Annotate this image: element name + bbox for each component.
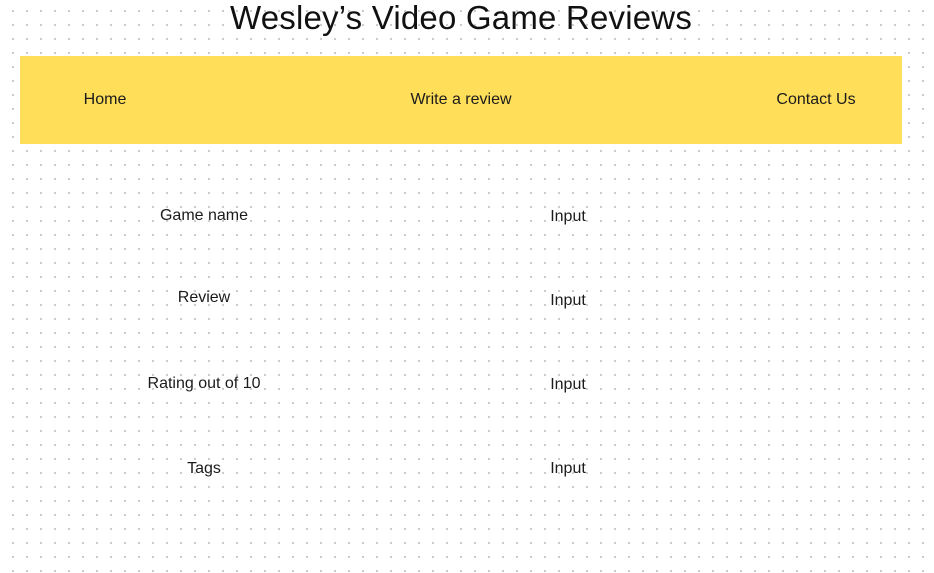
review-input[interactable]: Input (508, 286, 628, 316)
nav-item-contact-us[interactable]: Contact Us (776, 56, 855, 144)
rating-label: Rating out of 10 (147, 375, 261, 392)
page-title: Wesley’s Video Game Reviews (229, 0, 693, 36)
rating-input[interactable]: Input (508, 370, 628, 400)
form-row-review: Review Input (0, 283, 934, 313)
nav-item-home[interactable]: Home (84, 56, 127, 144)
review-label: Review (177, 289, 231, 306)
game-name-input[interactable]: Input (508, 202, 628, 232)
game-name-label: Game name (159, 207, 249, 224)
form-row-tags: Tags Input (0, 454, 934, 484)
form-row-game-name: Game name Input (0, 201, 934, 231)
nav-bar: Home Write a review Contact Us (20, 56, 902, 144)
nav-item-write-review[interactable]: Write a review (410, 56, 511, 144)
form-row-rating: Rating out of 10 Input (0, 369, 934, 399)
tags-label: Tags (187, 460, 221, 477)
tags-input[interactable]: Input (508, 454, 628, 484)
